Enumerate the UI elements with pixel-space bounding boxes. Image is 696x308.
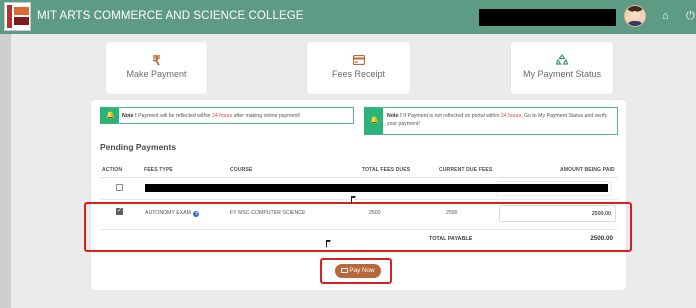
app-title: MIT ARTS COMMERCE AND SCIENCE COLLEGE [37, 10, 304, 22]
make-payment-card[interactable]: ₹ Make Payment [106, 42, 207, 94]
user-avatar[interactable] [624, 5, 646, 27]
left-sidebar-strip [0, 34, 11, 308]
col-total-fees-dues: TOTAL FEES DUES [362, 167, 411, 173]
row-divider [100, 199, 618, 200]
top-header: MIT ARTS COMMERCE AND SCIENCE COLLEGE ⌂ … [0, 0, 696, 34]
home-icon[interactable]: ⌂ [662, 11, 669, 22]
bell-icon: 🔔 [106, 111, 115, 119]
payment-status-card[interactable]: My Payment Status [511, 42, 613, 94]
redacted-row-content [145, 184, 608, 192]
rupee-icon: ₹ [152, 53, 161, 68]
highlighted-row-annotation [84, 202, 632, 252]
note-reflection-time: 🔔 Note ! Payment will be reflected withi… [100, 107, 354, 124]
credit-card-icon [341, 268, 349, 273]
row-checkbox-redacted[interactable] [116, 184, 123, 191]
note-verify-payment: 🔔 Note ! If Payment is not reflected on … [364, 107, 618, 135]
col-course: COURSE [230, 167, 253, 173]
bell-icon: 🔔 [370, 117, 379, 124]
pay-now-button[interactable]: Pay Now [335, 264, 381, 278]
pending-payments-title: Pending Payments [100, 142, 177, 152]
table-header-rule [100, 177, 618, 178]
col-action: ACTION [102, 167, 123, 173]
col-fees-type: FEES TYPE [144, 167, 173, 173]
col-amount-being-paid: AMOUNT BEING PAID [560, 167, 615, 173]
col-current-due-fees: CURRENT DUE FEES [439, 167, 493, 173]
fees-receipt-card[interactable]: Fees Receipt [307, 42, 410, 94]
receipt-icon [352, 54, 365, 66]
recycle-icon [555, 53, 569, 65]
redacted-user-name [479, 9, 616, 26]
college-logo [4, 2, 31, 31]
fees-receipt-label: Fees Receipt [331, 69, 386, 79]
payment-status-label: My Payment Status [522, 69, 602, 79]
power-icon[interactable]: ⏻ [686, 11, 695, 22]
make-payment-label: Make Payment [126, 69, 187, 79]
